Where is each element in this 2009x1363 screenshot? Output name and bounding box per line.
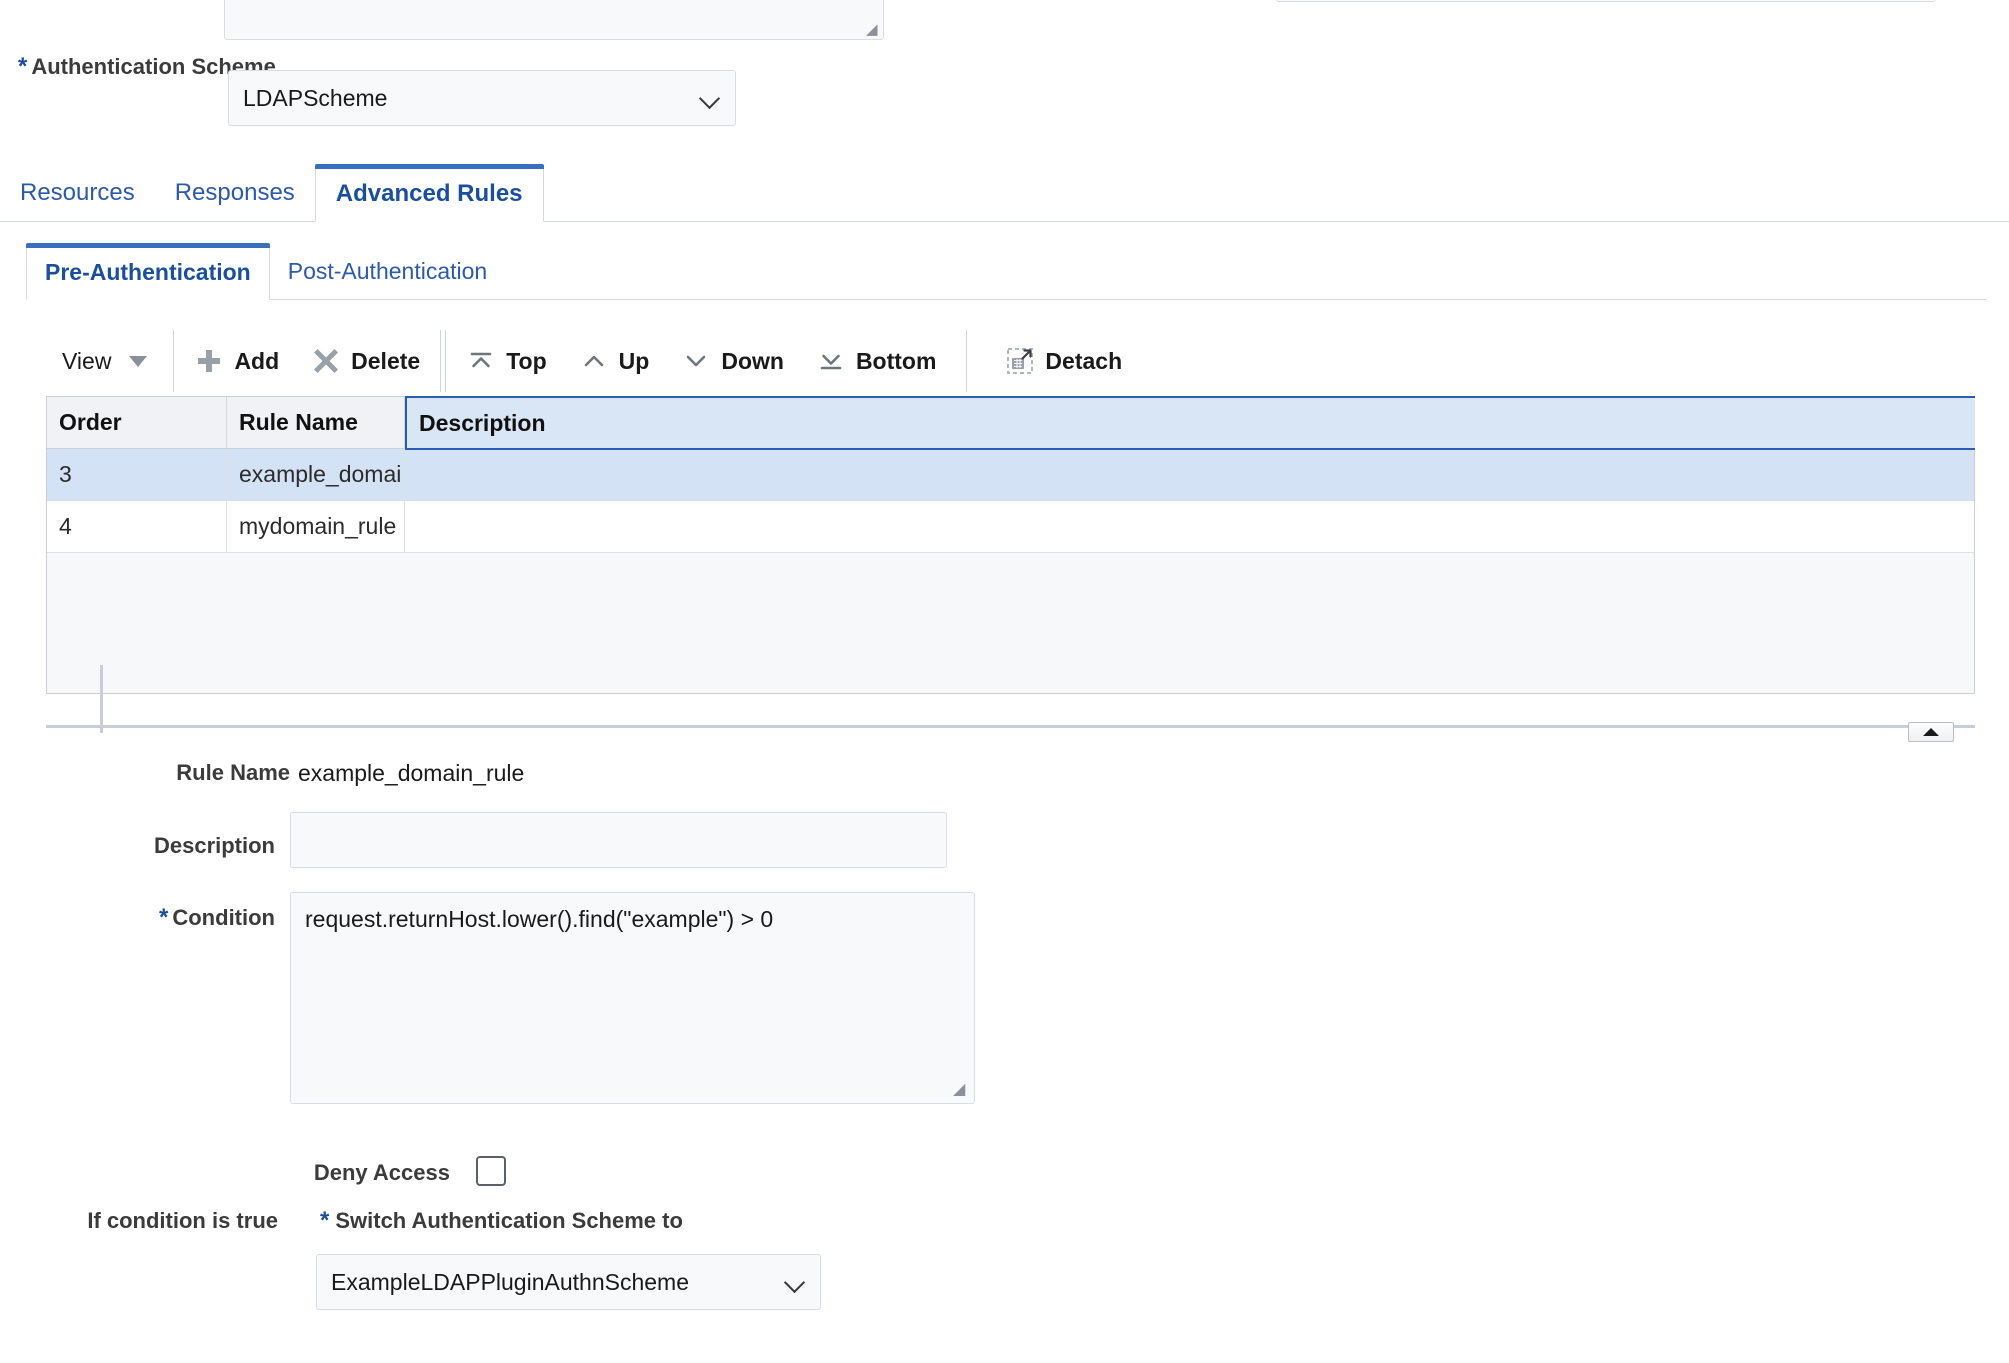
panel-splitter[interactable] [46, 725, 1975, 728]
column-header-description[interactable]: Description [405, 396, 1975, 450]
column-header-rule-name-label: Rule Name [239, 409, 358, 435]
cell-description[interactable] [405, 449, 1974, 500]
table-row[interactable]: 4 mydomain_rule [47, 501, 1974, 553]
tab-advanced-rules[interactable]: Advanced Rules [314, 164, 544, 222]
description-label: Description [153, 833, 275, 858]
column-header-order-label: Order [59, 409, 122, 435]
move-to-bottom-icon [816, 346, 846, 376]
cell-order[interactable]: 4 [47, 501, 227, 552]
secondary-tab-bar: Pre-Authentication Post-Authentication [26, 238, 1986, 300]
resize-grip-icon: ◢ [953, 1081, 966, 1098]
switch-authentication-scheme-label-text: Switch Authentication Scheme to [335, 1208, 683, 1233]
move-bottom-button[interactable]: Bottom [800, 330, 952, 392]
table-row[interactable]: 3 example_domai… [47, 449, 1974, 501]
tab-responses[interactable]: Responses [155, 164, 315, 222]
advanced-rules-table: Order Rule Name Description 3 example_do… [46, 396, 1975, 694]
authentication-scheme-select[interactable]: LDAPScheme [228, 70, 736, 126]
move-down-button[interactable]: Down [665, 330, 800, 392]
detach-icon [1005, 346, 1035, 376]
tab-resources-label: Resources [20, 179, 135, 206]
table-empty-area [47, 553, 1974, 693]
condition-label-text: Condition [172, 905, 275, 930]
move-top-button[interactable]: Top [450, 330, 562, 392]
chevron-down-icon [784, 1271, 806, 1293]
deny-access-checkbox[interactable] [476, 1156, 506, 1186]
top-right-partial-field[interactable] [1276, 0, 1936, 2]
column-header-order[interactable]: Order [47, 397, 227, 448]
table-bottom-divider [100, 665, 103, 733]
top-partial-textarea[interactable]: ◢ [224, 0, 884, 40]
view-menu-label: View [62, 347, 112, 374]
tab-pre-authentication-label: Pre-Authentication [45, 259, 251, 285]
cell-order[interactable]: 3 [47, 449, 227, 500]
authentication-scheme-value: LDAPScheme [243, 84, 388, 111]
add-button[interactable]: Add [178, 330, 295, 392]
move-top-button-label: Top [506, 347, 547, 374]
detach-button-label: Detach [1045, 347, 1123, 374]
column-header-rule-name[interactable]: Rule Name [227, 397, 405, 448]
table-header-row: Order Rule Name Description [47, 396, 1975, 450]
view-menu-button[interactable]: View [46, 330, 169, 392]
cell-rule-name[interactable]: mydomain_rule [227, 501, 405, 552]
tab-responses-label: Responses [174, 179, 295, 206]
move-to-top-icon [466, 346, 496, 376]
x-icon [311, 346, 341, 376]
toolbar-divider [966, 330, 968, 392]
switch-authentication-scheme-value: ExampleLDAPPluginAuthnScheme [331, 1268, 689, 1295]
tab-advanced-rules-label: Advanced Rules [335, 180, 523, 207]
resize-grip-icon: ◢ [866, 21, 878, 38]
required-asterisk-icon: * [159, 904, 169, 931]
cell-rule-name[interactable]: example_domai… [227, 449, 405, 500]
table-toolbar: View Add Delete Top Up Down Bottom Detac… [46, 330, 1138, 392]
required-asterisk-icon: * [320, 1207, 330, 1234]
delete-button[interactable]: Delete [295, 330, 436, 392]
tab-post-authentication-label: Post-Authentication [287, 258, 488, 284]
condition-textarea[interactable]: request.returnHost.lower().find("example… [290, 892, 975, 1104]
chevron-down-icon [123, 346, 153, 376]
required-asterisk-icon: * [18, 53, 28, 80]
plus-icon [194, 346, 224, 376]
if-condition-is-true-label: If condition is true [87, 1208, 278, 1233]
chevron-down-icon [681, 346, 711, 376]
splitter-collapse-button[interactable] [1908, 722, 1954, 742]
authentication-scheme-label: * Authentication Scheme [18, 52, 276, 82]
primary-tab-underline [0, 221, 2009, 222]
toolbar-divider [445, 330, 447, 392]
move-up-button-label: Up [618, 347, 650, 374]
toolbar-divider [440, 330, 442, 392]
condition-label: * Condition [0, 905, 275, 931]
detach-button[interactable]: Detach [989, 330, 1138, 392]
toolbar-divider [173, 330, 175, 392]
triangle-up-icon [1923, 728, 1939, 736]
delete-button-label: Delete [351, 347, 421, 374]
rule-name-value: example_domain_rule [298, 760, 525, 786]
tab-pre-authentication[interactable]: Pre-Authentication [26, 243, 270, 300]
add-button-label: Add [234, 347, 280, 374]
tab-resources[interactable]: Resources [0, 164, 155, 222]
chevron-up-icon [579, 346, 609, 376]
switch-authentication-scheme-select[interactable]: ExampleLDAPPluginAuthnScheme [316, 1254, 821, 1310]
secondary-tab-underline [26, 299, 1986, 300]
deny-access-label: Deny Access [313, 1160, 450, 1185]
description-input[interactable] [290, 812, 947, 868]
cell-description[interactable] [405, 501, 1974, 552]
column-header-description-label: Description [419, 409, 546, 436]
primary-tab-bar: Resources Responses Advanced Rules [0, 160, 2009, 222]
move-down-button-label: Down [721, 347, 784, 374]
move-up-button[interactable]: Up [563, 330, 666, 392]
tab-post-authentication[interactable]: Post-Authentication [270, 243, 505, 300]
switch-authentication-scheme-label: * Switch Authentication Scheme to [320, 1208, 683, 1234]
chevron-down-icon [699, 87, 721, 109]
rule-name-label: Rule Name [176, 760, 290, 785]
move-bottom-button-label: Bottom [855, 347, 937, 374]
